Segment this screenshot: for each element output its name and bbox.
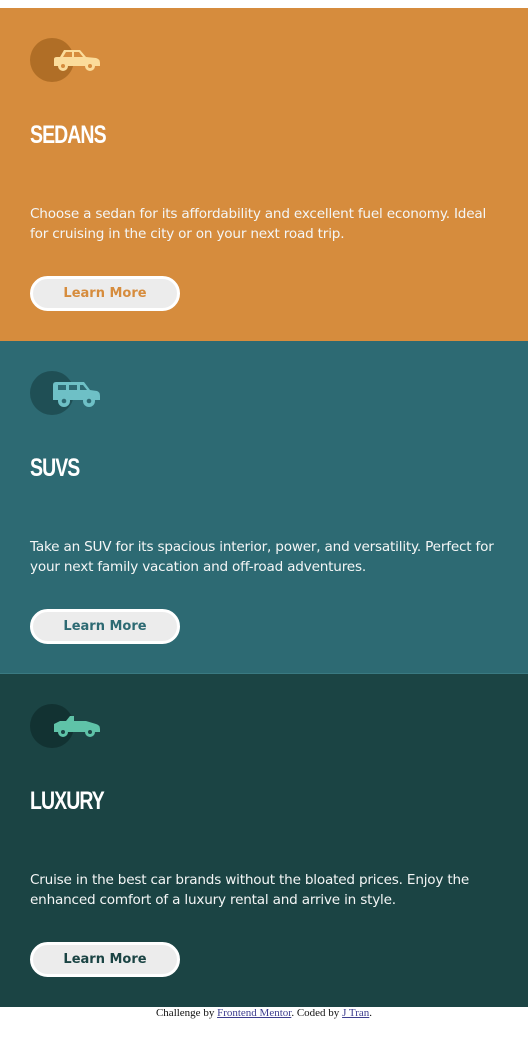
learn-more-button[interactable]: Learn More bbox=[30, 942, 180, 977]
card-title: SUVS bbox=[30, 454, 80, 482]
card-sedans: SEDANS Choose a sedan for its affordabil… bbox=[0, 8, 528, 341]
attribution-prefix: Challenge by bbox=[155, 1007, 218, 1019]
learn-more-button[interactable]: Learn More bbox=[30, 276, 180, 311]
card-description: Take an SUV for its spacious interior, p… bbox=[30, 539, 494, 575]
card-description: Choose a sedan for its affordability and… bbox=[30, 206, 487, 242]
suv-car-icon bbox=[30, 371, 102, 415]
card-title: LUXURY bbox=[30, 787, 105, 815]
card-title: SEDANS bbox=[30, 121, 107, 149]
card-suvs: SUVS Take an SUV for its spacious interi… bbox=[0, 341, 528, 674]
cards-container: SEDANS Choose a sedan for its affordabil… bbox=[0, 8, 528, 1007]
card-description: Cruise in the best car brands without th… bbox=[30, 872, 470, 908]
author-link[interactable]: J Tran bbox=[342, 1007, 369, 1019]
card-luxury: LUXURY Cruise in the best car brands wit… bbox=[0, 674, 528, 1007]
frontend-mentor-link[interactable]: Frontend Mentor bbox=[217, 1007, 291, 1019]
attribution: Challenge by Frontend Mentor. Coded by J… bbox=[0, 1007, 528, 1019]
attribution-suffix: . bbox=[369, 1007, 373, 1019]
sedan-car-icon bbox=[30, 38, 102, 82]
attribution-middle: . Coded by bbox=[291, 1007, 343, 1019]
luxury-car-icon bbox=[30, 704, 102, 748]
learn-more-button[interactable]: Learn More bbox=[30, 609, 180, 644]
